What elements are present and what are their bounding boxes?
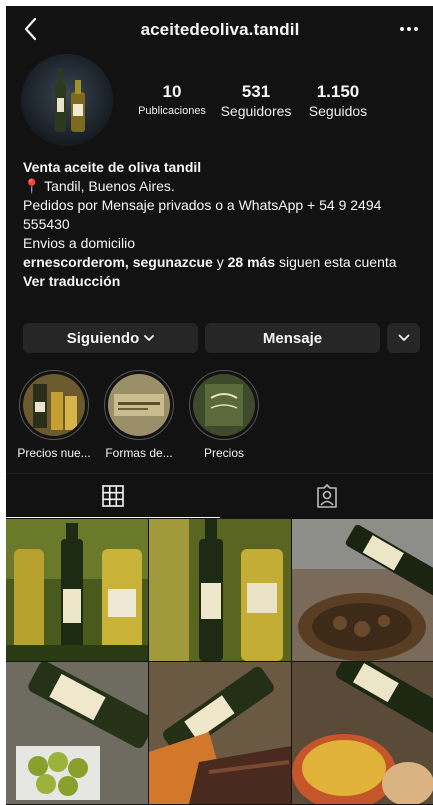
posts-stat[interactable]: 10 Publicaciones: [124, 82, 220, 120]
delivery-text: Envios a domicilio: [23, 235, 136, 251]
post-thumbnail[interactable]: [6, 519, 148, 661]
highlight-ring: [189, 370, 259, 440]
suggestions-button[interactable]: [387, 323, 420, 353]
followed-by-and: y: [216, 254, 224, 270]
followed-by-suffix: siguen esta cuenta: [279, 254, 397, 270]
post-thumbnail[interactable]: [292, 519, 433, 661]
avatar[interactable]: [21, 54, 113, 146]
profile-screen: aceitedeoliva.tandil 10 Publicaciones 53…: [6, 6, 433, 805]
tab-posts-grid[interactable]: [6, 474, 220, 518]
profile-tabs: [6, 473, 433, 518]
chevron-down-icon: [144, 334, 155, 342]
post-thumbnail[interactable]: [292, 662, 433, 804]
following-button[interactable]: Siguiendo: [23, 323, 198, 353]
top-bar: aceitedeoliva.tandil: [6, 6, 433, 52]
highlight-cover: [108, 374, 170, 436]
following-label-text: Siguiendo: [66, 329, 140, 347]
tab-tagged[interactable]: [220, 474, 433, 518]
following-count: 1.150: [316, 82, 360, 101]
translate-link[interactable]: Ver traducción: [23, 272, 423, 291]
location-text: 📍 Tandil, Buenos Aires.: [23, 178, 175, 194]
profile-username: aceitedeoliva.tandil: [140, 20, 300, 39]
highlight-cover: [23, 374, 85, 436]
posts-count: 10: [162, 82, 182, 101]
followed-by-text[interactable]: ernescorderom, segunazcue y 28 más sigue…: [23, 253, 423, 272]
highlight-label: Precios: [203, 446, 244, 460]
following-stat[interactable]: 1.150 Seguidos: [290, 82, 386, 120]
highlight-item[interactable]: Formas de...: [97, 370, 181, 460]
bio: Venta aceite de oliva tandil 📍 Tandil, B…: [23, 158, 423, 291]
followed-by-names: ernescorderom, segunazcue: [23, 254, 213, 270]
profile-name: Venta aceite de oliva tandil: [23, 159, 202, 175]
message-label-text: Mensaje: [262, 329, 323, 347]
highlight-ring: [19, 370, 89, 440]
highlight-label: Formas de...: [105, 446, 173, 460]
highlight-item[interactable]: Precios: [182, 370, 266, 460]
following-label: Seguidos: [308, 103, 368, 119]
tagged-person-icon: [314, 483, 340, 509]
post-thumbnail[interactable]: [149, 519, 291, 661]
post-thumbnail[interactable]: [6, 662, 148, 804]
orders-text: Pedidos por Mensaje privados o a WhatsAp…: [23, 197, 382, 232]
message-button[interactable]: Mensaje: [205, 323, 380, 353]
ellipsis-icon[interactable]: [398, 20, 420, 38]
chevron-down-icon: [398, 334, 410, 342]
followed-by-more: 28 más: [227, 254, 276, 270]
grid-icon: [101, 484, 125, 508]
highlight-cover: [193, 374, 255, 436]
highlight-label: Precios nue...: [17, 446, 91, 460]
highlight-item[interactable]: Precios nue...: [12, 370, 96, 460]
highlight-ring: [104, 370, 174, 440]
post-thumbnail[interactable]: [149, 662, 291, 804]
posts-label: Publicaciones: [138, 105, 206, 117]
